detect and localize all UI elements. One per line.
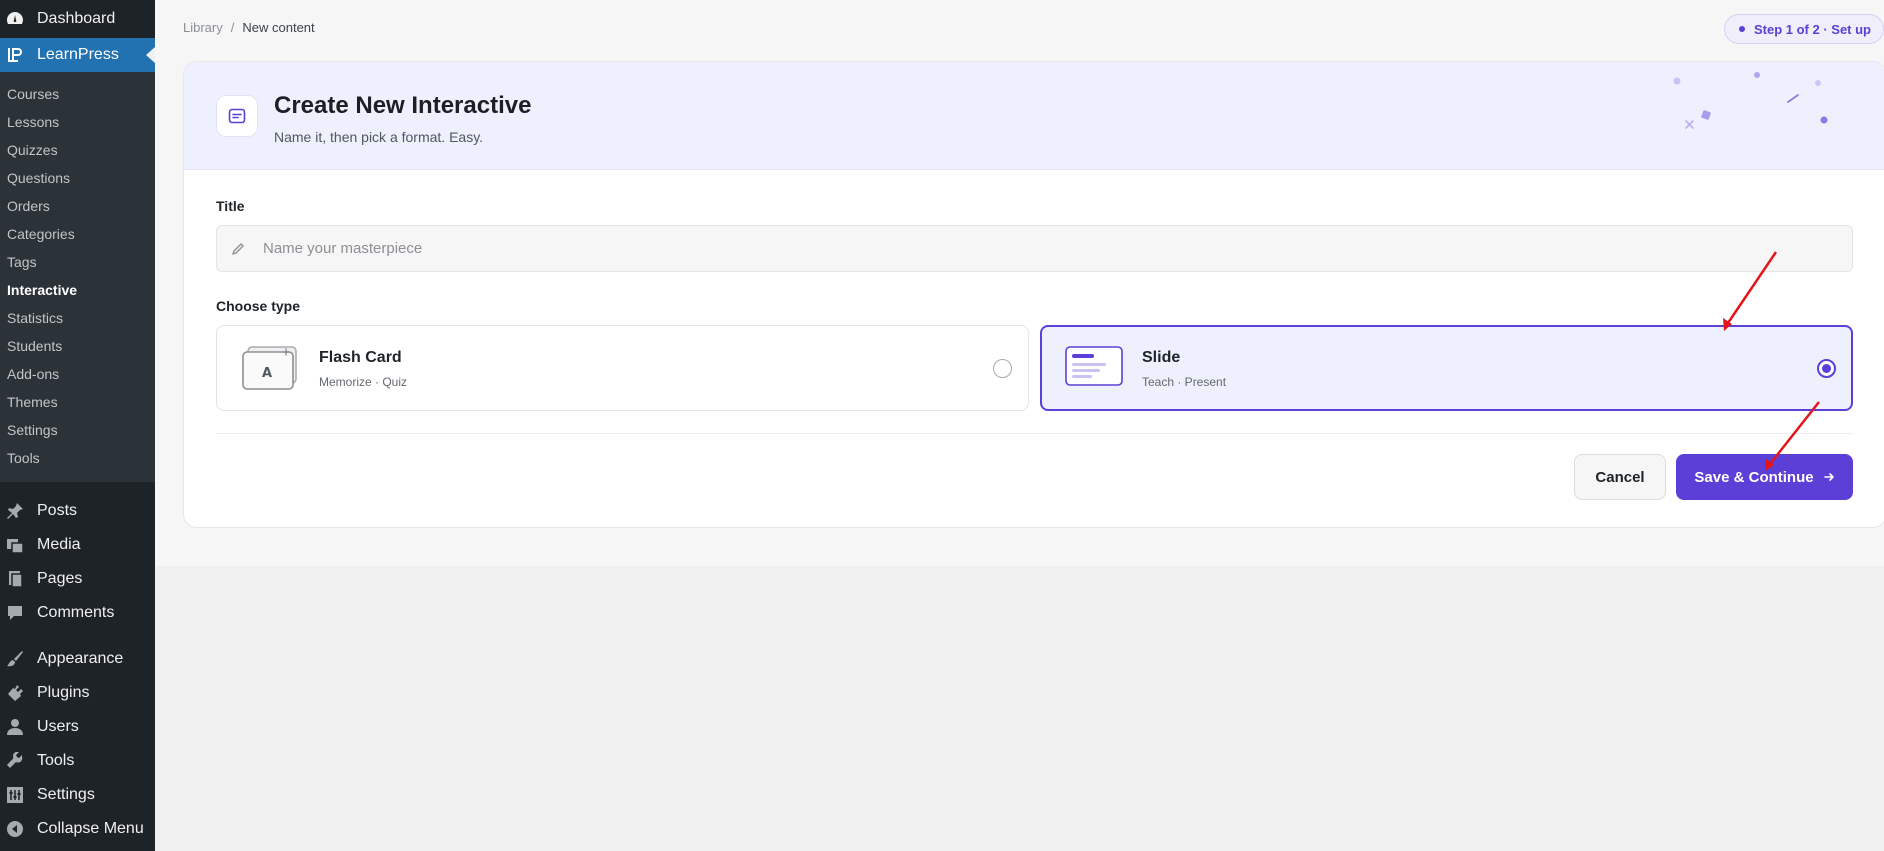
dashboard-icon [6, 10, 24, 28]
submenu-item-interactive[interactable]: Interactive [0, 276, 155, 304]
sidebar-item-label: Collapse Menu [37, 820, 144, 837]
admin-sidebar: Dashboard LearnPress Courses Lessons Qui… [0, 0, 155, 851]
main-content: Library / New content Step 1 of 2 · Set … [155, 0, 1884, 566]
title-field[interactable] [216, 225, 1853, 272]
type-option-flash-card[interactable]: A Flash Card Memorize · Quiz [216, 325, 1029, 411]
submenu-item-categories[interactable]: Categories [0, 220, 155, 248]
breadcrumb-current: New content [242, 20, 315, 35]
pin-icon [6, 502, 24, 520]
interactive-icon [216, 95, 258, 137]
sidebar-item-appearance[interactable]: Appearance [0, 642, 155, 676]
learnpress-submenu: Courses Lessons Quizzes Questions Orders… [0, 72, 155, 482]
breadcrumb-library[interactable]: Library [183, 20, 223, 35]
submenu-item-themes[interactable]: Themes [0, 388, 155, 416]
submenu-item-settings[interactable]: Settings [0, 416, 155, 444]
sidebar-item-label: Media [37, 536, 81, 553]
sidebar-item-label: Posts [37, 502, 78, 519]
arrow-right-icon [1823, 469, 1835, 486]
flash-card-icon: A [242, 346, 298, 395]
create-interactive-card: Create New Interactive Name it, then pic… [183, 61, 1884, 528]
submenu-item-quizzes[interactable]: Quizzes [0, 136, 155, 164]
type-description: Teach · Present [1142, 375, 1227, 389]
plugin-icon [6, 684, 24, 702]
sidebar-item-label: Pages [37, 570, 83, 587]
title-label: Title [216, 198, 245, 214]
save-continue-button[interactable]: Save & Continue [1676, 454, 1853, 500]
cancel-button[interactable]: Cancel [1574, 454, 1666, 500]
submenu-item-statistics[interactable]: Statistics [0, 304, 155, 332]
save-continue-label: Save & Continue [1694, 468, 1814, 486]
sidebar-item-tools[interactable]: Tools [0, 744, 155, 778]
submenu-item-questions[interactable]: Questions [0, 164, 155, 192]
sidebar-item-label: Dashboard [37, 10, 116, 27]
submenu-item-tags[interactable]: Tags [0, 248, 155, 276]
type-radio[interactable] [993, 359, 1012, 378]
card-header: Create New Interactive Name it, then pic… [184, 62, 1884, 170]
wrench-icon [6, 752, 24, 770]
sidebar-item-settings[interactable]: Settings [0, 778, 155, 812]
user-icon [6, 718, 24, 736]
sidebar-item-label: Tools [37, 752, 75, 769]
sidebar-item-learnpress[interactable]: LearnPress [0, 38, 155, 72]
pages-icon [6, 570, 24, 588]
sidebar-item-label: Comments [37, 604, 115, 621]
type-description: Memorize · Quiz [319, 375, 408, 389]
step-label: Step 1 of 2 · Set up [1753, 21, 1871, 37]
sidebar-item-media[interactable]: Media [0, 528, 155, 562]
sidebar-item-comments[interactable]: Comments [0, 596, 155, 630]
decoration-confetti-icon [1673, 72, 1828, 129]
submenu-item-courses[interactable]: Courses [0, 80, 155, 108]
sidebar-item-label: Plugins [37, 684, 90, 701]
comment-icon [6, 604, 24, 622]
type-name: Flash Card [319, 349, 402, 366]
submenu-item-students[interactable]: Students [0, 332, 155, 360]
choose-type-label: Choose type [216, 298, 301, 314]
settings-icon [6, 786, 24, 804]
slide-icon [1065, 346, 1125, 393]
sidebar-item-label: Users [37, 718, 79, 735]
sidebar-item-posts[interactable]: Posts [0, 494, 155, 528]
submenu-item-lessons[interactable]: Lessons [0, 108, 155, 136]
media-icon [6, 536, 24, 554]
sidebar-item-users[interactable]: Users [0, 710, 155, 744]
type-name: Slide [1142, 349, 1181, 366]
title-input[interactable] [263, 240, 1763, 257]
learnpress-icon [6, 46, 24, 64]
page-subtitle: Name it, then pick a format. Easy. [274, 129, 484, 145]
collapse-icon [6, 820, 24, 838]
sidebar-item-label: LearnPress [37, 46, 119, 63]
svg-text:A: A [262, 366, 272, 381]
divider [216, 433, 1853, 434]
submenu-item-add-ons[interactable]: Add-ons [0, 360, 155, 388]
step-indicator: Step 1 of 2 · Set up [1723, 14, 1884, 44]
breadcrumb: Library / New content [183, 20, 315, 35]
sidebar-item-pages[interactable]: Pages [0, 562, 155, 596]
paintbrush-icon [6, 650, 24, 668]
step-dot-icon [1738, 26, 1745, 32]
sidebar-item-collapse[interactable]: Collapse Menu [0, 812, 155, 846]
sidebar-item-dashboard[interactable]: Dashboard [0, 0, 155, 38]
sidebar-item-plugins[interactable]: Plugins [0, 676, 155, 710]
type-option-slide[interactable]: Slide Teach · Present [1040, 325, 1853, 411]
breadcrumb-separator: / [230, 20, 235, 35]
page-title: Create New Interactive [274, 92, 532, 119]
type-radio[interactable] [1817, 359, 1836, 378]
submenu-item-tools[interactable]: Tools [0, 444, 155, 472]
submenu-item-orders[interactable]: Orders [0, 192, 155, 220]
sidebar-item-label: Appearance [37, 650, 124, 667]
pencil-icon [231, 242, 249, 256]
sidebar-item-label: Settings [37, 786, 95, 803]
